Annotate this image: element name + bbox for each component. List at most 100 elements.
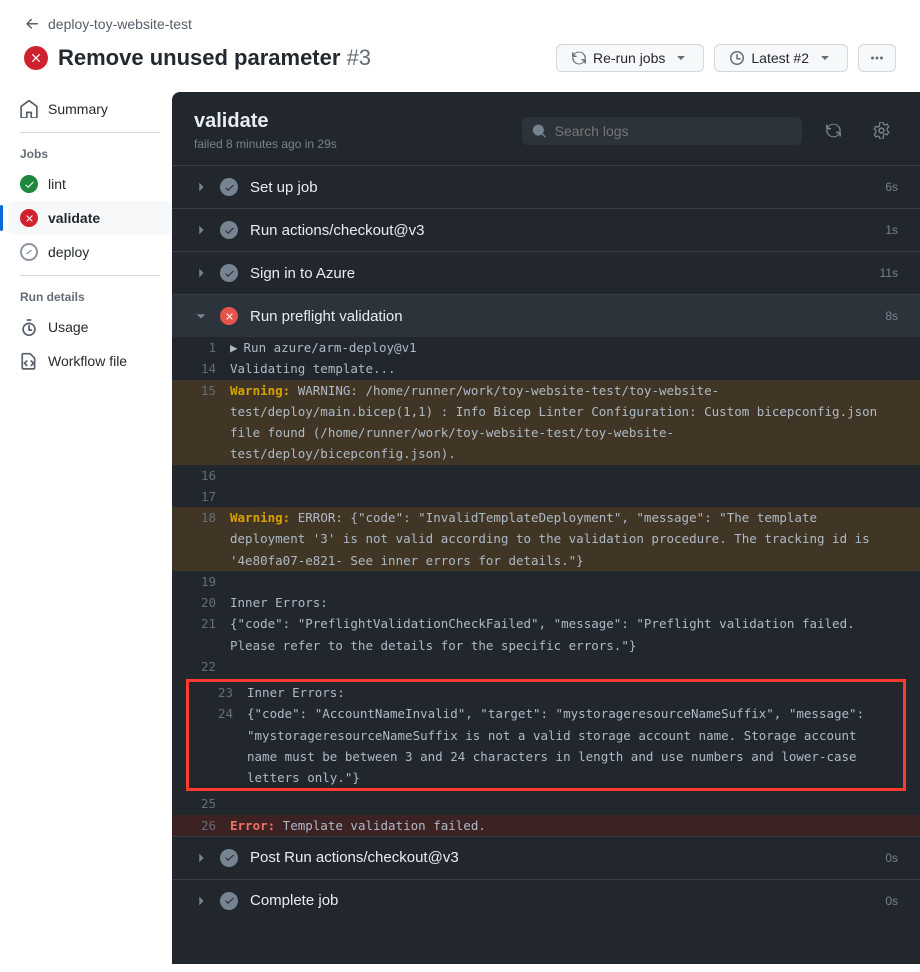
check-icon (220, 178, 238, 196)
x-icon (220, 307, 238, 325)
log-ln: 23 (211, 682, 247, 703)
log-text (230, 465, 898, 486)
step-label: Run actions/checkout@v3 (250, 222, 873, 239)
sidebar-job-label: deploy (48, 244, 89, 260)
log-ln: 24 (211, 703, 247, 788)
step-post-checkout[interactable]: Post Run actions/checkout@v3 0s (172, 836, 920, 879)
sidebar-job-label: validate (48, 210, 100, 226)
chevron-right-icon (194, 266, 208, 280)
log-ln: 25 (194, 793, 230, 814)
step-complete-job[interactable]: Complete job 0s (172, 879, 920, 922)
check-icon (20, 175, 38, 193)
sidebar-summary-label: Summary (48, 101, 108, 117)
log-ln: 17 (194, 486, 230, 507)
job-title: validate (194, 110, 508, 133)
step-duration: 11s (880, 266, 898, 280)
refresh-button[interactable] (816, 114, 850, 148)
sidebar-job-lint[interactable]: lint (8, 167, 172, 201)
log-text (230, 656, 898, 677)
chevron-down-icon (194, 309, 208, 323)
log-text: Validating template... (230, 358, 898, 379)
history-icon (729, 50, 745, 66)
log-text (230, 486, 898, 507)
log-ln: 18 (194, 507, 230, 571)
search-icon (532, 123, 547, 139)
chevron-right-icon (194, 894, 208, 908)
log-ln: 16 (194, 465, 230, 486)
sidebar-workflow-file-label: Workflow file (48, 353, 127, 369)
log-ln: 26 (194, 815, 230, 836)
step-preflight-validation[interactable]: Run preflight validation 8s (172, 294, 920, 337)
home-icon (20, 100, 38, 118)
step-duration: 6s (885, 180, 898, 194)
file-icon (20, 352, 38, 370)
sync-icon (825, 122, 842, 139)
step-setup-job[interactable]: Set up job 6s (172, 165, 920, 208)
log-text: ▶Run azure/arm-deploy@v1 (230, 337, 898, 358)
step-label: Complete job (250, 892, 873, 909)
log-text: {"code": "AccountNameInvalid", "target":… (247, 703, 881, 788)
x-icon (20, 209, 38, 227)
check-icon (220, 892, 238, 910)
back-link[interactable]: deploy-toy-website-test (24, 16, 896, 32)
log-ln: 15 (194, 380, 230, 465)
job-subtitle: failed 8 minutes ago in 29s (194, 137, 508, 151)
step-label: Set up job (250, 179, 873, 196)
settings-button[interactable] (864, 114, 898, 148)
step-duration: 0s (885, 851, 898, 865)
step-label: Run preflight validation (250, 308, 873, 325)
log-ln: 19 (194, 571, 230, 592)
chevron-right-icon (194, 851, 208, 865)
chevron-right-icon (194, 223, 208, 237)
log-text: {"code": "PreflightValidationCheckFailed… (230, 613, 898, 656)
sidebar-job-validate[interactable]: validate (8, 201, 172, 235)
sidebar: Summary Jobs lint validate deploy Run de… (0, 92, 172, 964)
sidebar-summary[interactable]: Summary (8, 92, 172, 126)
caret-down-icon (817, 50, 833, 66)
log-ln: 1 (194, 337, 230, 358)
log-ln: 21 (194, 613, 230, 656)
page-title: Remove unused parameter #3 (58, 45, 371, 71)
sync-icon (571, 50, 587, 66)
latest-run-button[interactable]: Latest #2 (714, 44, 848, 72)
gear-icon (873, 122, 890, 139)
log-text: Inner Errors: (230, 592, 898, 613)
run-number: #3 (347, 45, 371, 70)
sidebar-workflow-file[interactable]: Workflow file (8, 344, 172, 378)
step-checkout[interactable]: Run actions/checkout@v3 1s (172, 208, 920, 251)
search-logs-input[interactable] (555, 123, 792, 139)
step-signin-azure[interactable]: Sign in to Azure 11s (172, 251, 920, 294)
search-logs[interactable] (522, 117, 802, 145)
rerun-jobs-label: Re-run jobs (593, 50, 665, 66)
run-status-fail-icon (24, 46, 48, 70)
log-text (230, 571, 898, 592)
skip-icon (20, 243, 38, 261)
log-output: 1▶Run azure/arm-deploy@v1 14Validating t… (172, 337, 920, 836)
step-duration: 8s (885, 309, 898, 323)
divider (20, 275, 160, 276)
divider (20, 132, 160, 133)
back-link-label: deploy-toy-website-test (48, 16, 192, 32)
kebab-button[interactable] (858, 44, 896, 72)
rerun-jobs-button[interactable]: Re-run jobs (556, 44, 704, 72)
log-panel: validate failed 8 minutes ago in 29s Set… (172, 92, 920, 964)
log-ln: 22 (194, 656, 230, 677)
jobs-heading: Jobs (8, 139, 172, 167)
log-text: Error: Template validation failed. (230, 815, 898, 836)
step-duration: 0s (885, 894, 898, 908)
latest-run-label: Latest #2 (751, 50, 809, 66)
sidebar-usage-label: Usage (48, 319, 88, 335)
step-label: Post Run actions/checkout@v3 (250, 849, 873, 866)
log-ln: 14 (194, 358, 230, 379)
log-text: Warning: WARNING: /home/runner/work/toy-… (230, 380, 898, 465)
log-text (230, 793, 898, 814)
stopwatch-icon (20, 318, 38, 336)
sidebar-usage[interactable]: Usage (8, 310, 172, 344)
kebab-icon (869, 50, 885, 66)
log-text: Warning: ERROR: {"code": "InvalidTemplat… (230, 507, 898, 571)
step-label: Sign in to Azure (250, 265, 868, 282)
arrow-left-icon (24, 16, 40, 32)
check-icon (220, 264, 238, 282)
sidebar-job-deploy[interactable]: deploy (8, 235, 172, 269)
sidebar-job-label: lint (48, 176, 66, 192)
